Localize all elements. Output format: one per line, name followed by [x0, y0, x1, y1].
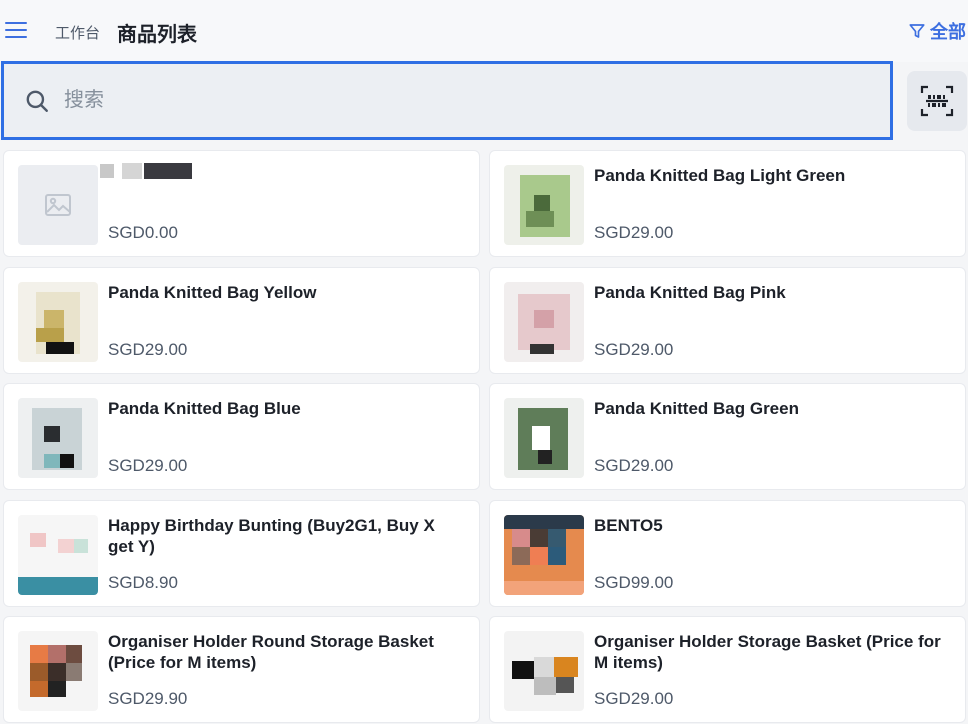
product-card[interactable]: Panda Knitted Bag Green SGD29.00: [489, 383, 966, 490]
product-price: SGD99.00: [594, 573, 674, 592]
product-image: [504, 515, 584, 595]
breadcrumb[interactable]: 工作台: [55, 22, 100, 43]
product-card[interactable]: Panda Knitted Bag Blue SGD29.00: [3, 383, 480, 490]
product-name: Organiser Holder Storage Basket (Price f…: [594, 632, 941, 672]
product-name: BENTO5: [594, 516, 663, 535]
top-bar: 工作台 商品列表 全部: [0, 0, 968, 62]
product-card[interactable]: Organiser Holder Storage Basket (Price f…: [489, 616, 966, 723]
product-card[interactable]: Organiser Holder Round Storage Basket (P…: [3, 616, 480, 723]
scan-button[interactable]: [907, 71, 967, 131]
barcode-scan-icon: [920, 85, 954, 117]
redacted-name-block: [122, 163, 142, 179]
product-name: Panda Knitted Bag Green: [594, 399, 799, 418]
search-icon: [26, 90, 48, 112]
product-image: [504, 165, 584, 245]
product-price: SGD29.00: [108, 340, 188, 359]
filter-label: 全部: [930, 22, 966, 42]
product-price: SGD29.00: [594, 456, 674, 475]
product-name: Happy Birthday Bunting (Buy2G1, Buy X ge…: [108, 516, 435, 556]
product-card[interactable]: Panda Knitted Bag Light Green SGD29.00: [489, 150, 966, 257]
product-card[interactable]: Panda Knitted Bag Yellow SGD29.00: [3, 267, 480, 374]
redacted-name-block: [100, 164, 114, 178]
product-card[interactable]: BENTO5 SGD99.00: [489, 500, 966, 607]
product-image: [18, 631, 98, 711]
redacted-name-block: [144, 163, 192, 179]
product-image: [18, 515, 98, 595]
product-image: [504, 398, 584, 478]
funnel-icon: [909, 24, 925, 38]
product-card[interactable]: Happy Birthday Bunting (Buy2G1, Buy X ge…: [3, 500, 480, 607]
product-image: [18, 165, 98, 245]
product-name: Panda Knitted Bag Pink: [594, 283, 786, 302]
product-price: SGD0.00: [108, 223, 178, 242]
product-price: SGD29.00: [594, 340, 674, 359]
search-bar[interactable]: [1, 61, 893, 140]
product-price: SGD29.90: [108, 689, 188, 708]
product-image: [504, 282, 584, 362]
hamburger-menu-icon[interactable]: [5, 22, 27, 40]
product-image: [18, 282, 98, 362]
product-card[interactable]: SGD0.00: [3, 150, 480, 257]
product-price: SGD29.00: [594, 223, 674, 242]
search-input[interactable]: [64, 89, 764, 112]
product-card[interactable]: Panda Knitted Bag Pink SGD29.00: [489, 267, 966, 374]
product-price: SGD8.90: [108, 573, 178, 592]
filter-button[interactable]: 全部: [908, 19, 966, 43]
product-name: Organiser Holder Round Storage Basket (P…: [108, 632, 434, 672]
product-name: Panda Knitted Bag Light Green: [594, 166, 846, 185]
product-image: [504, 631, 584, 711]
image-placeholder-icon: [45, 194, 71, 216]
product-price: SGD29.00: [108, 456, 188, 475]
product-name: Panda Knitted Bag Blue: [108, 399, 301, 418]
product-name: Panda Knitted Bag Yellow: [108, 283, 317, 302]
product-image: [18, 398, 98, 478]
product-price: SGD29.00: [594, 689, 674, 708]
page-title: 商品列表: [117, 24, 197, 46]
